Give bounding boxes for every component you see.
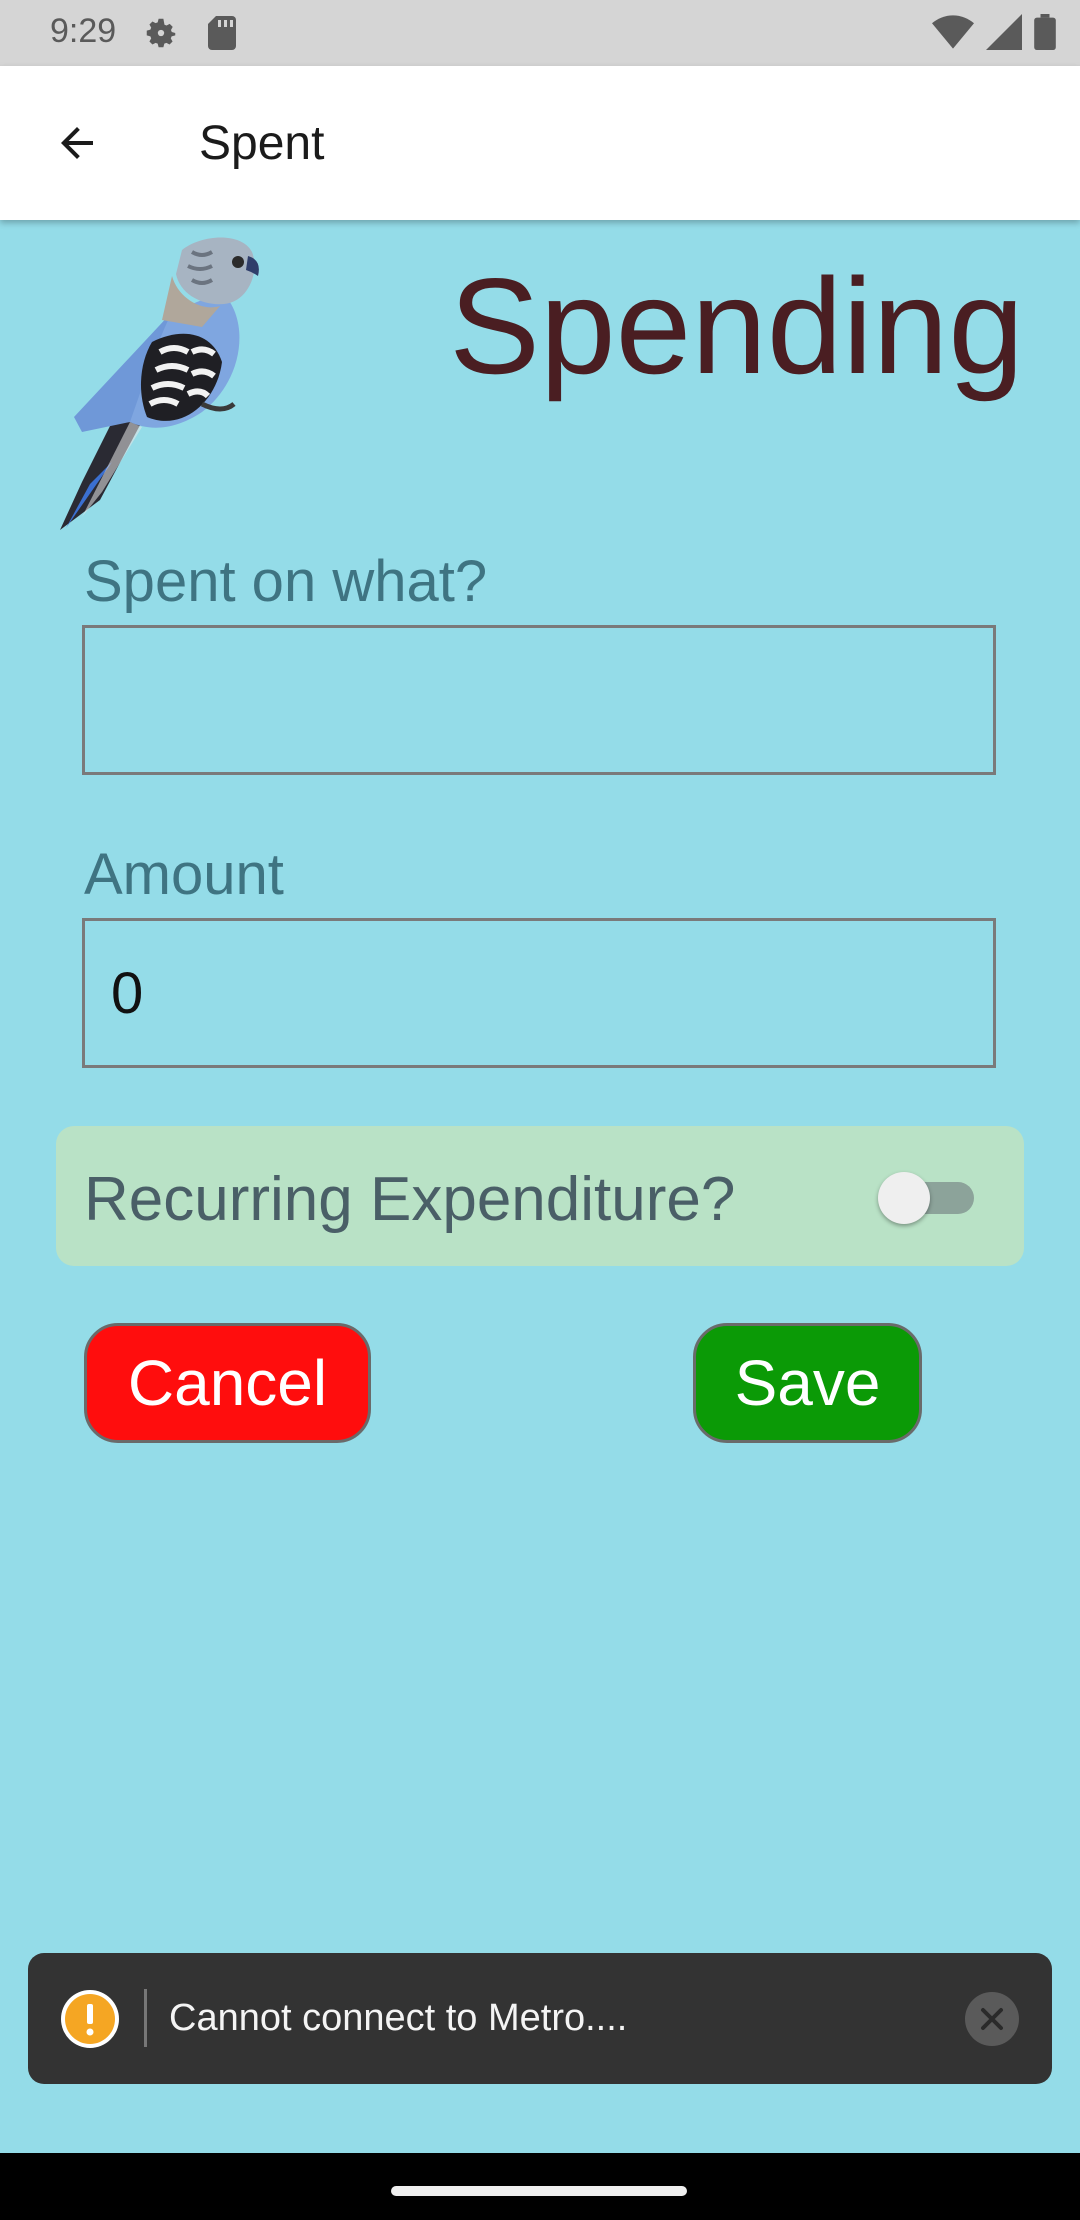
- toast-divider: [144, 1989, 147, 2047]
- close-icon[interactable]: [964, 1991, 1020, 2052]
- app-title: Spent: [199, 117, 325, 170]
- app-bar: Spent: [0, 66, 1080, 220]
- recurring-toggle[interactable]: [878, 1172, 976, 1224]
- arrow-left-icon: [61, 127, 93, 159]
- save-button[interactable]: Save: [693, 1323, 922, 1443]
- page-heading: Spending: [449, 250, 1024, 402]
- recurring-row: Recurring Expenditure?: [56, 1126, 1024, 1266]
- cancel-button[interactable]: Cancel: [84, 1323, 371, 1443]
- settings-gear-icon: [142, 14, 180, 57]
- status-time: 9:29: [50, 12, 117, 50]
- description-label: Spent on what?: [84, 549, 488, 614]
- error-toast: Cannot connect to Metro....: [28, 1953, 1052, 2084]
- cell-signal-icon: [986, 14, 1022, 55]
- toast-message: Cannot connect to Metro....: [169, 1997, 628, 2039]
- sd-card-icon: [208, 16, 236, 55]
- status-bar: 9:29: [0, 0, 1080, 66]
- warning-icon: [60, 1989, 120, 2054]
- toggle-thumb: [878, 1172, 930, 1224]
- amount-label: Amount: [84, 842, 284, 907]
- back-button[interactable]: [40, 111, 114, 175]
- parakeet-logo: [52, 232, 272, 539]
- system-nav-bar: [0, 2153, 1080, 2220]
- amount-input[interactable]: [82, 918, 996, 1068]
- recurring-label: Recurring Expenditure?: [84, 1165, 736, 1234]
- description-input[interactable]: [82, 625, 996, 775]
- home-gesture-handle[interactable]: [391, 2186, 687, 2196]
- wifi-icon: [932, 15, 974, 54]
- battery-icon: [1034, 14, 1056, 55]
